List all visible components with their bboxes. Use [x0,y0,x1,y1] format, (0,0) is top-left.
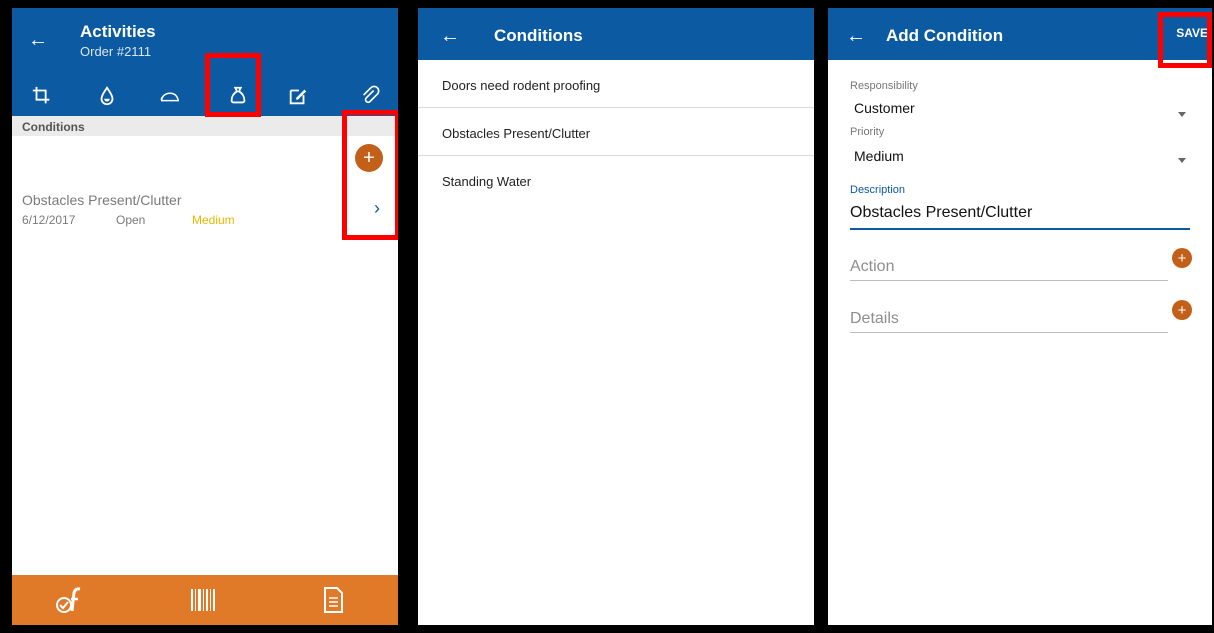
list-item[interactable]: Standing Water [418,156,814,204]
priority-label: Priority [850,126,885,138]
condition-options-list: Doors need rodent proofing Obstacles Pre… [418,60,814,204]
conditions-screen: ← Conditions Doors need rodent proofing … [418,8,814,625]
tab-crop[interactable] [22,76,62,116]
page-title: Add Condition [886,26,1004,45]
add-condition-screen: ← Add Condition SAVE Responsibility Cust… [828,8,1212,625]
back-arrow-icon[interactable]: ← [440,26,460,46]
add-condition-panel: ← Add Condition SAVE Responsibility Cust… [820,0,1214,633]
paperclip-icon [362,85,380,104]
tab-water[interactable] [87,76,127,116]
edit-icon [289,89,307,105]
water-drop-icon [100,86,114,106]
action-field[interactable]: Action [850,258,894,276]
description-field[interactable]: Obstacles Present/Clutter [850,204,1032,222]
highlight-add-and-open [342,110,398,240]
plus-icon: + [1177,301,1187,319]
rodent-icon [160,92,180,102]
responsibility-select[interactable]: Customer [854,100,915,116]
description-label: Description [850,184,906,196]
dropdown-arrow-icon[interactable] [1178,158,1186,163]
page-title: Activities [80,22,156,41]
activities-panel: ← Activities Order #2111 Conditions + Ob… [0,0,410,633]
document-icon[interactable] [318,585,348,615]
dropdown-arrow-icon[interactable] [1178,112,1186,117]
add-details-button[interactable]: + [1172,300,1192,320]
priority-select[interactable]: Medium [854,148,904,164]
responsibility-label: Responsibility [850,80,918,92]
back-arrow-icon[interactable]: ← [846,26,866,46]
condition-priority: Medium [192,213,235,227]
plus-icon: + [1177,249,1187,267]
list-item[interactable]: Obstacles Present/Clutter [418,108,814,156]
back-arrow-icon[interactable]: ← [28,30,48,50]
condition-title: Obstacles Present/Clutter [22,192,182,208]
order-number: Order #2111 [80,44,152,59]
barcode-icon[interactable] [188,585,218,615]
highlight-conditions-tab [205,53,261,117]
page-title: Conditions [494,26,583,45]
conditions-panel: ← Conditions Doors need rodent proofing … [410,0,820,633]
crop-icon [32,86,50,104]
conditions-section-header: Conditions [12,116,398,136]
tab-notes[interactable] [278,76,318,116]
highlight-save [1158,12,1212,68]
list-item[interactable]: Doors need rodent proofing [418,60,814,108]
activities-screen: ← Activities Order #2111 Conditions + Ob… [12,8,398,625]
condition-date: 6/12/2017 [22,213,76,227]
add-condition-app-bar: ← Add Condition SAVE [828,8,1212,60]
details-field[interactable]: Details [850,310,899,328]
conditions-app-bar: ← Conditions [418,8,814,60]
tab-rodent[interactable] [150,76,190,116]
details-underline [850,332,1168,333]
description-underline [850,228,1190,230]
condition-status: Open [116,213,146,227]
service-icon[interactable] [54,585,84,615]
add-action-button[interactable]: + [1172,248,1192,268]
bottom-toolbar [12,575,398,625]
action-underline [850,280,1168,281]
